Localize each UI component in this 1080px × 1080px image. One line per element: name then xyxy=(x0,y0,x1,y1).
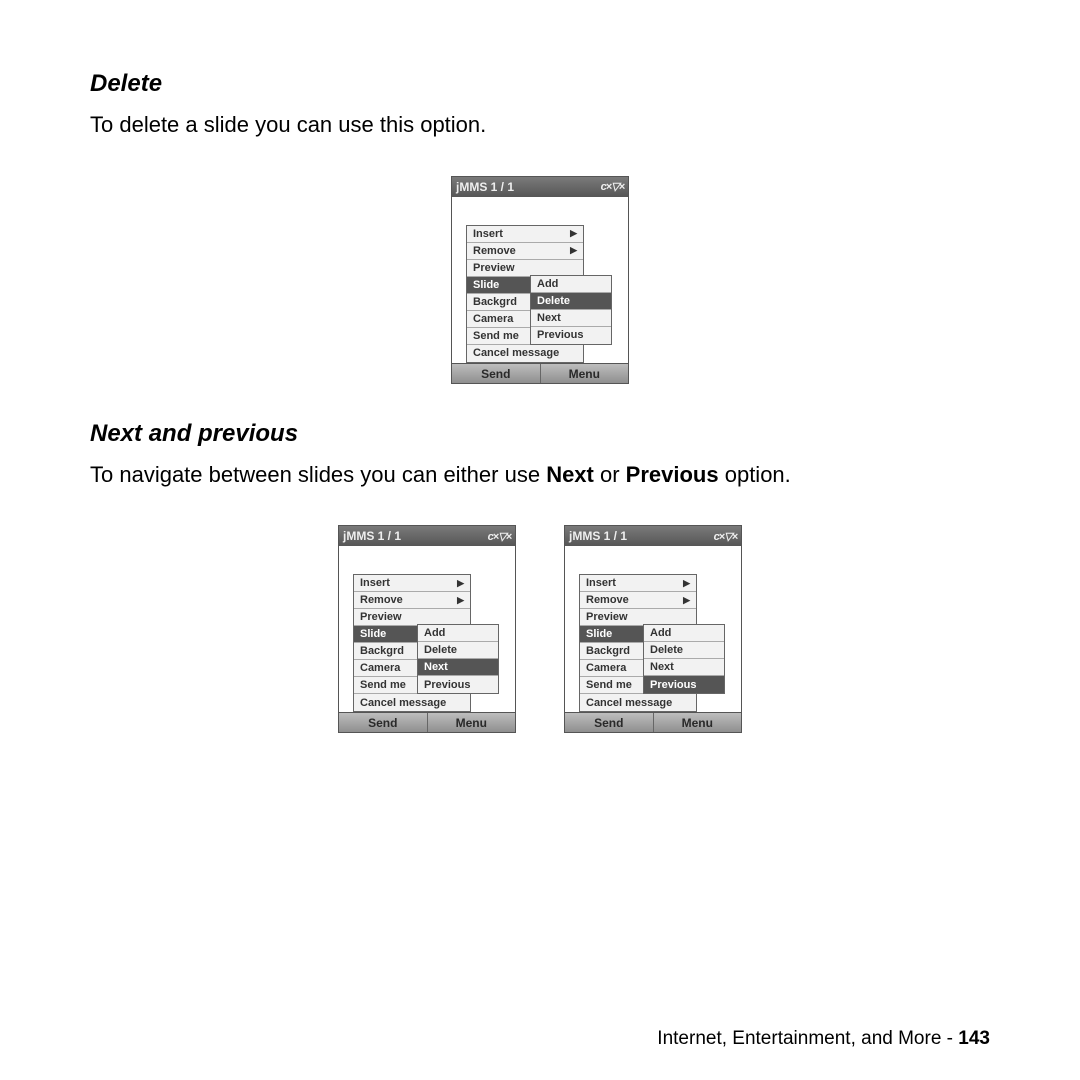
sub-menu: AddDeleteNextPrevious xyxy=(417,624,499,694)
heading-delete: Delete xyxy=(90,70,990,98)
submenu-item[interactable]: Add xyxy=(418,625,498,642)
phone-screenshot: jMMS 1 / 1 c×▽× Insert ▶ Remove ▶ Preview Slide… xyxy=(564,525,742,733)
softkey-right[interactable]: Menu xyxy=(654,713,742,732)
app-title: jMMS 1 / 1 xyxy=(343,529,401,543)
sub-menu: AddDeleteNextPrevious xyxy=(643,624,725,694)
phone-row-1: jMMS 1 / 1 c×▽× Insert ▶ Remove ▶ Preview Slide… xyxy=(90,176,990,384)
sub-menu: AddDeleteNextPrevious xyxy=(530,275,612,345)
menu-item-label: Backgrd xyxy=(473,296,517,308)
menu-item-label: Slide xyxy=(360,628,386,640)
softkey-right[interactable]: Menu xyxy=(428,713,516,732)
menu-item-label: Backgrd xyxy=(586,645,630,657)
submenu-arrow-icon: ▶ xyxy=(457,595,464,606)
menu-item-label: Remove xyxy=(586,594,629,606)
body-delete: To delete a slide you can use this optio… xyxy=(90,110,990,140)
menu-item-label: Camera xyxy=(473,313,513,325)
submenu-item[interactable]: Delete xyxy=(531,293,611,310)
menu-item-label: Send me xyxy=(360,679,406,691)
menu-item-label: Send me xyxy=(586,679,632,691)
softkey-bar: SendMenu xyxy=(565,712,741,732)
menu-item-label: Cancel message xyxy=(586,697,672,709)
menu-item[interactable]: Insert ▶ xyxy=(354,575,470,592)
submenu-arrow-icon: ▶ xyxy=(683,578,690,589)
menu-item-label: Slide xyxy=(586,628,612,640)
menu-item-label: Camera xyxy=(360,662,400,674)
menu-item[interactable]: Insert ▶ xyxy=(580,575,696,592)
submenu-arrow-icon: ▶ xyxy=(570,245,577,256)
menu-item-label: Send me xyxy=(473,330,519,342)
submenu-item[interactable]: Delete xyxy=(644,642,724,659)
text: option. xyxy=(719,462,791,487)
menu-item-label: Preview xyxy=(586,611,628,623)
menu-item[interactable]: Remove ▶ xyxy=(354,592,470,609)
page-number: 143 xyxy=(958,1028,990,1049)
softkey-left[interactable]: Send xyxy=(339,713,428,732)
menu-item[interactable]: Cancel message xyxy=(580,694,696,711)
submenu-arrow-icon: ▶ xyxy=(570,228,577,239)
phone-row-2: jMMS 1 / 1 c×▽× Insert ▶ Remove ▶ Preview Slide… xyxy=(90,525,990,733)
menu-item-label: Slide xyxy=(473,279,499,291)
phone-body: Insert ▶ Remove ▶ Preview Slide Backgrd Camera S… xyxy=(452,197,628,383)
submenu-item[interactable]: Delete xyxy=(418,642,498,659)
submenu-item[interactable]: Next xyxy=(418,659,498,676)
phone-body: Insert ▶ Remove ▶ Preview Slide Backgrd Camera S… xyxy=(339,546,515,732)
page-footer: Internet, Entertainment, and More - 143 xyxy=(657,1028,990,1050)
status-icons: c×▽× xyxy=(714,530,737,543)
footer-text: Internet, Entertainment, and More - xyxy=(657,1028,958,1049)
submenu-item[interactable]: Add xyxy=(531,276,611,293)
menu-item-label: Preview xyxy=(473,262,515,274)
softkey-right[interactable]: Menu xyxy=(541,364,629,383)
submenu-arrow-icon: ▶ xyxy=(683,595,690,606)
menu-item-label: Preview xyxy=(360,611,402,623)
submenu-item[interactable]: Next xyxy=(531,310,611,327)
app-title: jMMS 1 / 1 xyxy=(569,529,627,543)
softkey-bar: SendMenu xyxy=(339,712,515,732)
text: To navigate between slides you can eithe… xyxy=(90,462,546,487)
submenu-item[interactable]: Previous xyxy=(418,676,498,693)
menu-item-label: Camera xyxy=(586,662,626,674)
phone-screenshot: jMMS 1 / 1 c×▽× Insert ▶ Remove ▶ Preview Slide… xyxy=(451,176,629,384)
heading-nextprev: Next and previous xyxy=(90,420,990,448)
phone-titlebar: jMMS 1 / 1 c×▽× xyxy=(452,177,628,197)
menu-item[interactable]: Cancel message xyxy=(354,694,470,711)
menu-item-label: Remove xyxy=(473,245,516,257)
softkey-bar: SendMenu xyxy=(452,363,628,383)
phone-titlebar: jMMS 1 / 1 c×▽× xyxy=(565,526,741,546)
softkey-left[interactable]: Send xyxy=(452,364,541,383)
menu-item-label: Insert xyxy=(360,577,390,589)
menu-item-label: Insert xyxy=(586,577,616,589)
menu-item[interactable]: Remove ▶ xyxy=(467,243,583,260)
menu-item[interactable]: Insert ▶ xyxy=(467,226,583,243)
text: or xyxy=(594,462,626,487)
menu-item-label: Cancel message xyxy=(473,347,559,359)
menu-item[interactable]: Cancel message xyxy=(467,345,583,362)
status-icons: c×▽× xyxy=(488,530,511,543)
phone-screenshot: jMMS 1 / 1 c×▽× Insert ▶ Remove ▶ Preview Slide… xyxy=(338,525,516,733)
text-bold: Next xyxy=(546,462,594,487)
softkey-left[interactable]: Send xyxy=(565,713,654,732)
phone-titlebar: jMMS 1 / 1 c×▽× xyxy=(339,526,515,546)
menu-item-label: Backgrd xyxy=(360,645,404,657)
menu-item[interactable]: Remove ▶ xyxy=(580,592,696,609)
submenu-item[interactable]: Previous xyxy=(531,327,611,344)
menu-item-label: Cancel message xyxy=(360,697,446,709)
text-bold: Previous xyxy=(626,462,719,487)
submenu-arrow-icon: ▶ xyxy=(457,578,464,589)
menu-item-label: Insert xyxy=(473,228,503,240)
phone-body: Insert ▶ Remove ▶ Preview Slide Backgrd Camera S… xyxy=(565,546,741,732)
submenu-item[interactable]: Previous xyxy=(644,676,724,693)
submenu-item[interactable]: Next xyxy=(644,659,724,676)
status-icons: c×▽× xyxy=(601,180,624,193)
submenu-item[interactable]: Add xyxy=(644,625,724,642)
body-nextprev: To navigate between slides you can eithe… xyxy=(90,460,990,490)
app-title: jMMS 1 / 1 xyxy=(456,180,514,194)
menu-item-label: Remove xyxy=(360,594,403,606)
